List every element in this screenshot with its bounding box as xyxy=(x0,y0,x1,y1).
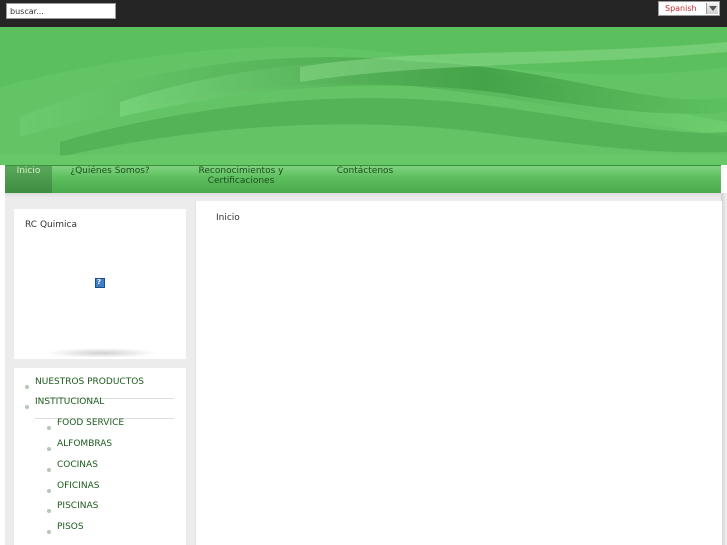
menu-item-label: OFICINAS xyxy=(57,481,100,491)
bullet-icon xyxy=(25,405,29,409)
bullet-icon xyxy=(47,530,51,534)
menu-item-nuestros-productos[interactable]: NUESTROS PRODUCTOS xyxy=(25,377,175,397)
nav-item-reconocimientos[interactable]: Reconocimientos y Certificaciones xyxy=(165,166,317,194)
main-nav: Inicio ¿Quiénes Somos? Reconocimientos y… xyxy=(5,165,721,194)
bullet-icon xyxy=(25,385,29,389)
banner-waves xyxy=(0,27,727,165)
main-content: Inicio xyxy=(195,201,722,545)
menu-item-oficinas[interactable]: OFICINAS xyxy=(47,481,175,501)
header-banner xyxy=(0,27,727,165)
top-bar: Spanish xyxy=(0,0,727,27)
nav-item-quienes-somos[interactable]: ¿Quiénes Somos? xyxy=(62,166,158,194)
search-input[interactable] xyxy=(6,3,116,19)
bullet-icon xyxy=(47,489,51,493)
menu-item-cocinas[interactable]: COCINAS xyxy=(47,460,175,480)
menu-item-label: NUESTROS PRODUCTOS xyxy=(35,377,144,387)
menu-item-pisos[interactable]: PISOS xyxy=(47,522,175,542)
menu-item-piscinas[interactable]: PISCINAS xyxy=(47,501,175,521)
page-title: Inicio xyxy=(216,213,240,223)
bullet-icon xyxy=(47,468,51,472)
nav-item-contactenos[interactable]: Contáctenos xyxy=(332,166,398,194)
menu-item-food-service[interactable]: FOOD SERVICE xyxy=(47,418,175,438)
language-select[interactable]: Spanish xyxy=(658,1,720,16)
broken-image-glyph: ? xyxy=(97,278,102,286)
menu-item-alfombras[interactable]: ALFOMBRAS xyxy=(47,439,175,459)
chevron-down-icon[interactable] xyxy=(706,3,718,14)
menu-item-label: INSTITUCIONAL xyxy=(35,397,105,407)
shadow-decoration xyxy=(46,348,158,358)
menu-item-institucional[interactable]: INSTITUCIONAL xyxy=(25,397,175,417)
menu-item-label: ALFOMBRAS xyxy=(57,439,113,449)
brand-title: RC Quimica xyxy=(25,220,77,230)
sidebar-menu: NUESTROS PRODUCTOS INSTITUCIONAL FOOD SE… xyxy=(14,368,186,545)
menu-item-label: PISCINAS xyxy=(57,501,99,511)
menu-item-label: COCINAS xyxy=(57,460,98,470)
menu-item-label: PISOS xyxy=(57,522,84,532)
language-selected-label: Spanish xyxy=(665,4,697,13)
broken-image-icon: ? xyxy=(95,278,105,288)
menu-item-label: FOOD SERVICE xyxy=(57,418,125,428)
bullet-icon xyxy=(47,426,51,430)
bullet-icon xyxy=(47,509,51,513)
sidebar-brand-box: RC Quimica ? xyxy=(14,209,186,359)
nav-item-inicio[interactable]: Inicio xyxy=(5,166,52,194)
bullet-icon xyxy=(47,447,51,451)
